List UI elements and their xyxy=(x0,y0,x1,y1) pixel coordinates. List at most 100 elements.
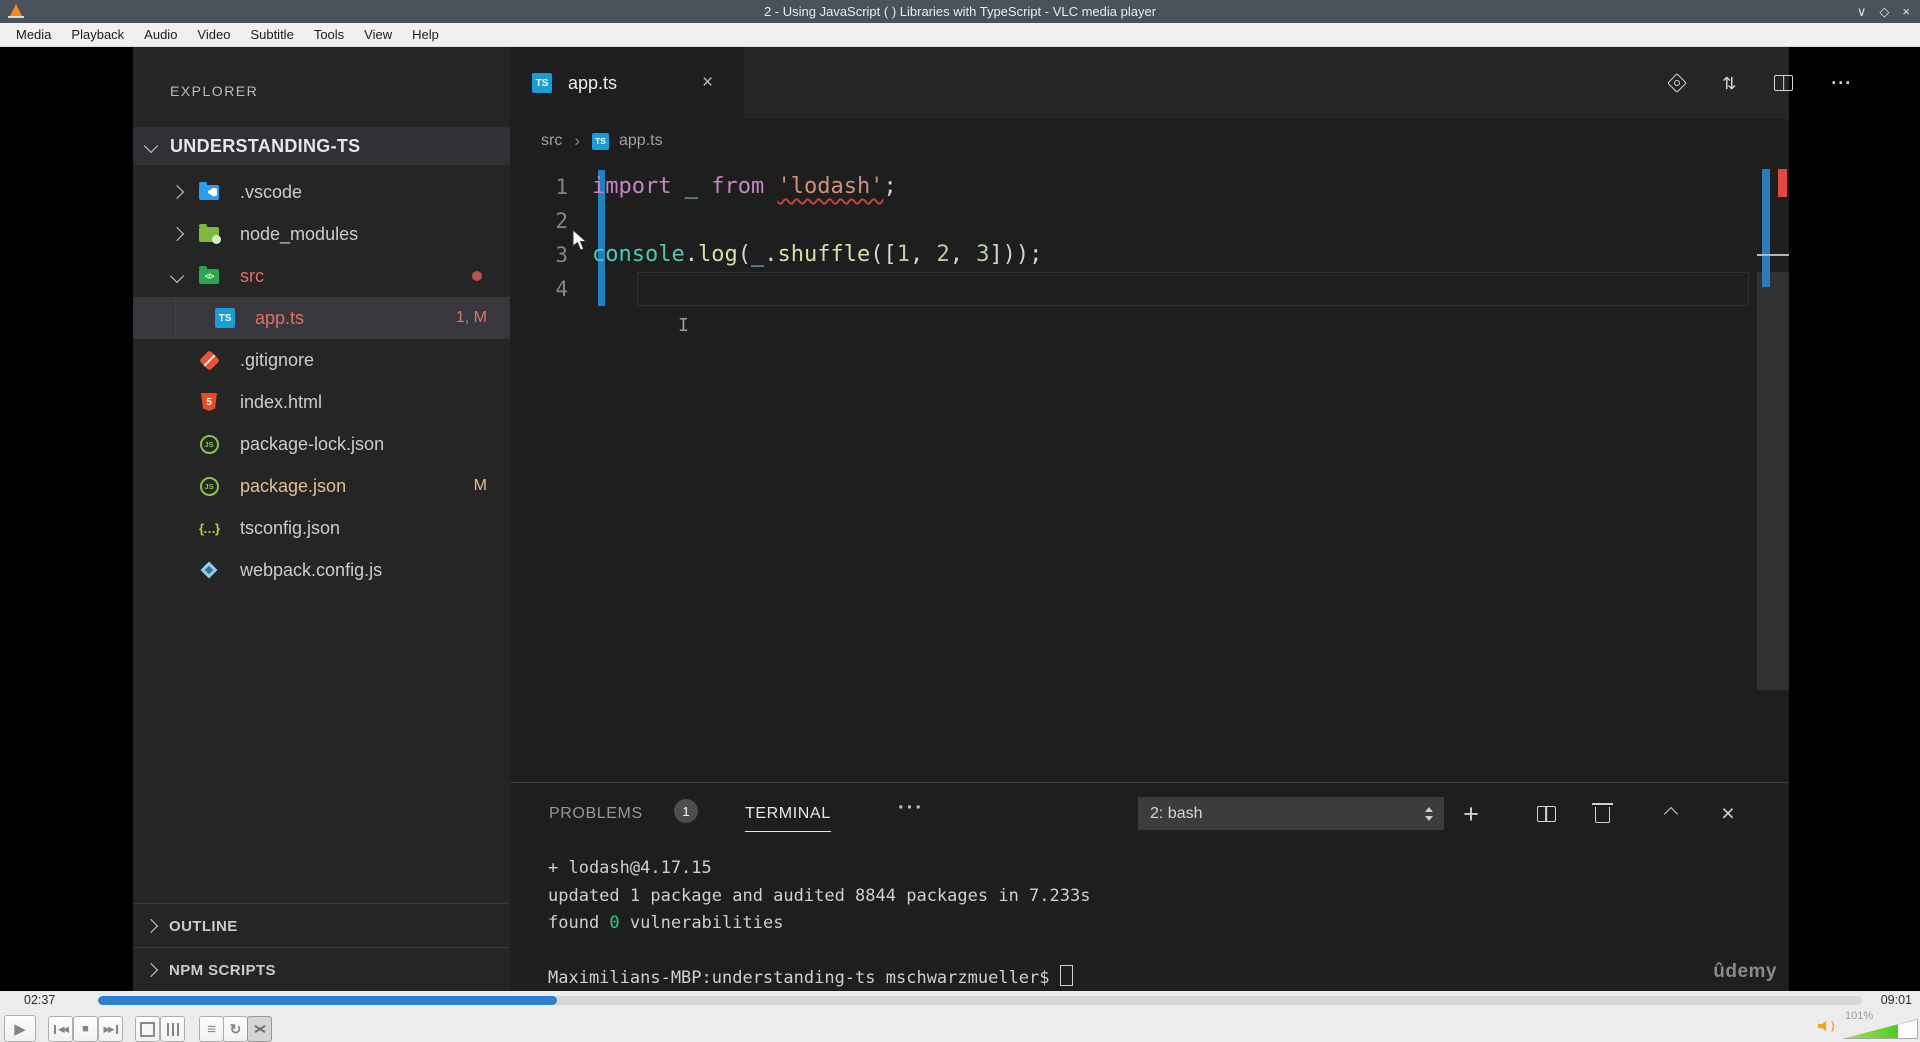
tab-label: app.ts xyxy=(568,72,618,93)
equalizer-icon xyxy=(166,1022,179,1036)
section-label: OUTLINE xyxy=(169,917,238,935)
code-token: 'lodash' xyxy=(777,174,884,199)
menu-tools[interactable]: Tools xyxy=(306,25,352,44)
seekbar[interactable] xyxy=(98,996,1862,1005)
total-time: 09:01 xyxy=(1880,993,1912,1007)
window-minimize-button[interactable]: ∨ xyxy=(1857,4,1867,20)
overview-cursor-mark xyxy=(1757,254,1789,256)
code-token: import xyxy=(592,174,672,199)
stop-button[interactable]: ■ xyxy=(73,1016,98,1042)
project-header[interactable]: UNDERSTANDING-TS xyxy=(133,127,510,165)
file-row-package-lock-json[interactable]: JS package-lock.json xyxy=(133,423,510,465)
new-terminal-button[interactable]: + xyxy=(1456,797,1486,830)
indent-guide xyxy=(175,297,176,339)
tsconfig-file-icon: {…} xyxy=(198,520,220,536)
chevron-down-icon xyxy=(143,138,159,154)
terminal-line: + lodash@4.17.15 xyxy=(548,855,1090,883)
shuffle-icon xyxy=(253,1023,267,1035)
code-token: shuffle xyxy=(777,242,871,267)
select-arrows-icon xyxy=(1425,806,1434,821)
menu-video[interactable]: Video xyxy=(189,25,238,44)
tab-close-icon[interactable]: × xyxy=(702,72,713,94)
breadcrumb-file[interactable]: app.ts xyxy=(619,132,663,150)
window-maximize-button[interactable]: ◇ xyxy=(1879,4,1889,20)
code-token: . xyxy=(764,242,778,267)
vlc-titlebar: 2 - Using JavaScript ( ) Libraries with … xyxy=(0,0,1920,23)
vlc-seek-row: 02:37 09:01 xyxy=(0,991,1920,1010)
file-row-node-modules[interactable]: node_modules xyxy=(133,213,510,255)
file-row-index-html[interactable]: 5 index.html xyxy=(133,381,510,423)
play-button[interactable]: ▶ xyxy=(4,1015,36,1042)
terminal-text: + lodash@4.17.15 xyxy=(548,858,712,878)
code-text: console.log(_.shuffle([1, 2, 3])); xyxy=(592,238,1042,272)
extended-settings-button[interactable] xyxy=(160,1016,185,1042)
terminal-text: found xyxy=(548,913,610,933)
tab-app-ts[interactable]: TS app.ts × xyxy=(510,47,744,119)
loop-button[interactable]: ↻ xyxy=(223,1016,248,1042)
next-button[interactable]: ▶▶ xyxy=(98,1016,123,1042)
split-terminal-button[interactable] xyxy=(1531,797,1561,830)
file-name: .gitignore xyxy=(240,349,315,370)
html-file-icon: 5 xyxy=(197,390,221,414)
code-line-4: 4 xyxy=(510,272,1789,306)
file-row-package-json[interactable]: JS package.json M xyxy=(133,465,510,507)
more-actions-icon[interactable]: ··· xyxy=(1831,74,1852,92)
code-token: _ xyxy=(750,242,765,267)
terminal-text: Maximilians-MBP:understanding-ts mschwar… xyxy=(548,968,1060,988)
overview-modified-mark xyxy=(1762,169,1770,287)
file-row-src[interactable]: src xyxy=(133,255,510,297)
previous-button[interactable]: ◀◀ xyxy=(48,1016,73,1042)
previous-icon: ◀◀ xyxy=(54,1024,69,1035)
shell-selector[interactable]: 2: bash xyxy=(1138,797,1444,830)
split-editor-icon[interactable] xyxy=(1774,75,1794,91)
src-folder-icon xyxy=(197,264,221,288)
code-token: , xyxy=(909,242,937,267)
terminal-output[interactable]: + lodash@4.17.15 updated 1 package and au… xyxy=(548,855,1090,991)
editor-scrollbar-thumb[interactable] xyxy=(1757,272,1789,690)
file-name: .vscode xyxy=(240,181,303,202)
panel-more-icon[interactable]: ··· xyxy=(898,797,924,820)
open-changes-icon[interactable] xyxy=(1667,73,1687,93)
playlist-button[interactable]: ≡ xyxy=(199,1016,224,1042)
stop-icon: ■ xyxy=(82,1023,89,1035)
terminal-text: vulnerabilities xyxy=(619,913,784,933)
code-editor[interactable]: 1 import _ from 'lodash'; 2 3 console.log(_.… xyxy=(510,170,1789,306)
menu-subtitle[interactable]: Subtitle xyxy=(242,25,301,44)
file-row--vscode[interactable]: .vscode xyxy=(133,171,510,213)
seekbar-progress xyxy=(98,996,557,1005)
menu-audio[interactable]: Audio xyxy=(136,25,185,44)
kill-terminal-button[interactable] xyxy=(1587,797,1617,830)
explorer-title: EXPLORER xyxy=(170,83,259,99)
sidebar-section-npm-scripts[interactable]: NPM SCRIPTS xyxy=(133,947,510,991)
git-file-icon xyxy=(197,348,221,372)
sidebar-section-outline[interactable]: OUTLINE xyxy=(133,903,510,948)
git-compare-icon[interactable]: ⇄ xyxy=(1719,76,1739,90)
menu-playback[interactable]: Playback xyxy=(63,25,132,44)
breadcrumb-folder[interactable]: src xyxy=(541,132,562,150)
code-text: import _ from 'lodash'; xyxy=(592,170,897,204)
close-panel-button[interactable]: × xyxy=(1713,797,1743,830)
volume-slider[interactable] xyxy=(1842,1019,1918,1039)
window-close-button[interactable]: × xyxy=(1902,4,1910,19)
menu-help[interactable]: Help xyxy=(404,25,447,44)
menu-view[interactable]: View xyxy=(356,25,400,44)
speaker-icon[interactable]: ) xyxy=(1818,1020,1835,1032)
menu-media[interactable]: Media xyxy=(8,25,59,44)
tab-terminal[interactable]: TERMINAL xyxy=(745,805,831,832)
shuffle-button[interactable] xyxy=(247,1016,272,1042)
file-row-app-ts[interactable]: TS app.ts 1, M xyxy=(133,297,510,339)
elapsed-time: 02:37 xyxy=(24,993,56,1007)
code-token: ; xyxy=(883,174,897,199)
maximize-panel-button[interactable] xyxy=(1656,797,1686,830)
terminal-line: found 0 vulnerabilities xyxy=(548,910,1090,938)
file-row-tsconfig-json[interactable]: {…} tsconfig.json xyxy=(133,507,510,549)
file-row--gitignore[interactable]: .gitignore xyxy=(133,339,510,381)
file-row-webpack-config-js[interactable]: webpack.config.js xyxy=(133,549,510,591)
terminal-line: updated 1 package and audited 8844 packa… xyxy=(548,883,1090,911)
code-line-1: 1 import _ from 'lodash'; xyxy=(510,170,1789,204)
video-area[interactable]: EXPLORER UNDERSTANDING-TS .vscode node_mo… xyxy=(0,47,1920,991)
file-tree: .vscode node_modulessrcTS app.ts 1, M .gitig… xyxy=(133,171,510,591)
tab-problems[interactable]: PROBLEMS xyxy=(549,805,643,823)
fullscreen-button[interactable] xyxy=(135,1016,160,1042)
